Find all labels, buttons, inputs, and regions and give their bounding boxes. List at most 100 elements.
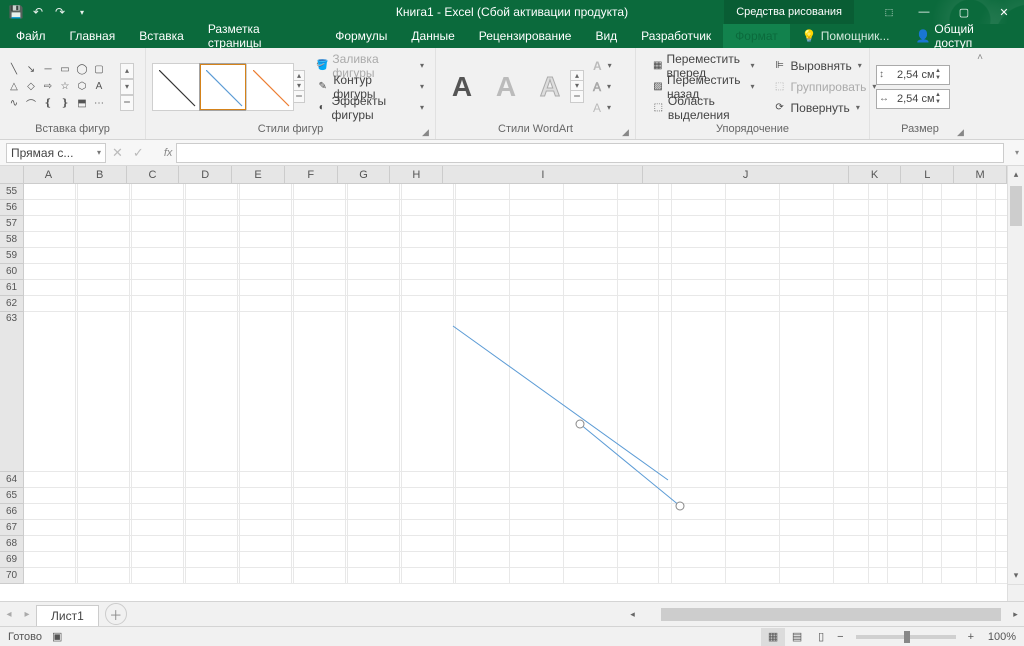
gallery-down-icon[interactable]: ▾ xyxy=(120,79,134,95)
shape-rect-icon[interactable]: ▭ xyxy=(57,62,73,78)
gallery-up-icon[interactable]: ▴ xyxy=(120,63,134,79)
col-header[interactable]: L xyxy=(901,166,954,183)
shape-width-input[interactable]: ↔ 2,54 см ▲▼ xyxy=(876,89,950,109)
cancel-formula-icon[interactable]: ✕ xyxy=(112,145,123,161)
undo-icon[interactable]: ↶ xyxy=(30,4,46,20)
hscroll-thumb[interactable] xyxy=(661,608,1001,621)
col-header[interactable]: C xyxy=(127,166,180,183)
row-header[interactable]: 63 xyxy=(0,312,23,472)
height-spinner[interactable]: ▲▼ xyxy=(935,68,947,82)
row-header[interactable]: 70 xyxy=(0,568,23,584)
row-header[interactable]: 57 xyxy=(0,216,23,232)
gallery-more-icon[interactable]: ＝ xyxy=(570,90,584,103)
width-spinner[interactable]: ▲▼ xyxy=(935,92,947,106)
row-header[interactable]: 65 xyxy=(0,488,23,504)
style-preset-2[interactable] xyxy=(199,63,247,111)
scroll-right-icon[interactable]: ▸ xyxy=(1007,606,1024,623)
zoom-out-icon[interactable]: − xyxy=(833,631,847,643)
shape-callout-icon[interactable]: ⬒ xyxy=(74,96,90,112)
col-header[interactable]: E xyxy=(232,166,285,183)
shape-oval-icon[interactable]: ◯ xyxy=(74,62,90,78)
row-header[interactable]: 62 xyxy=(0,296,23,312)
tab-file[interactable]: Файл xyxy=(4,24,58,48)
drawn-line-selected[interactable] xyxy=(580,424,690,514)
save-icon[interactable]: 💾 xyxy=(8,4,24,20)
row-header[interactable]: 64 xyxy=(0,472,23,488)
shape-arc-icon[interactable]: ⌒ xyxy=(23,96,39,112)
scroll-up-icon[interactable]: ▴ xyxy=(1008,166,1024,183)
wordart-preset-2[interactable]: A xyxy=(486,65,526,109)
rotate-button[interactable]: ⟳Повернуть▾ xyxy=(768,98,882,118)
style-preset-1[interactable] xyxy=(152,63,200,111)
sheet-tab-active[interactable]: Лист1 xyxy=(36,605,99,627)
col-header[interactable]: B xyxy=(74,166,127,183)
row-header[interactable]: 60 xyxy=(0,264,23,280)
tell-me[interactable]: 💡 Помощник... xyxy=(790,24,902,48)
shape-hex-icon[interactable]: ⬡ xyxy=(74,79,90,95)
select-all-button[interactable] xyxy=(0,166,24,184)
tab-insert[interactable]: Вставка xyxy=(127,24,196,48)
tab-formulas[interactable]: Формулы xyxy=(323,24,399,48)
shape-roundrect-icon[interactable]: ▢ xyxy=(91,62,107,78)
shape-arrow2-icon[interactable]: ⇨ xyxy=(40,79,56,95)
row-header[interactable]: 66 xyxy=(0,504,23,520)
col-header[interactable]: J xyxy=(643,166,848,183)
share-button[interactable]: 👤 Общий доступ xyxy=(901,24,1024,48)
shape-curve-icon[interactable]: ∿ xyxy=(6,96,22,112)
col-header[interactable]: G xyxy=(338,166,391,183)
selection-pane-button[interactable]: ⬚Область выделения xyxy=(648,98,760,118)
shapes-gallery[interactable]: ╲ ↘ ─ ▭ ◯ ▢ △ ◇ ⇨ ☆ ⬡ A ∿ ⌒ ❴ ❵ ⬒ ⋯ xyxy=(6,62,118,112)
enter-formula-icon[interactable]: ✓ xyxy=(133,145,144,161)
tab-data[interactable]: Данные xyxy=(399,24,466,48)
shape-textbox-icon[interactable]: A xyxy=(91,79,107,95)
col-header[interactable]: H xyxy=(390,166,443,183)
col-header[interactable]: M xyxy=(954,166,1007,183)
shape-brace2-icon[interactable]: ❵ xyxy=(57,96,73,112)
dialog-launcher-shape-styles[interactable]: ◢ xyxy=(422,127,432,137)
row-header[interactable]: 67 xyxy=(0,520,23,536)
scroll-down-icon[interactable]: ▾ xyxy=(1008,567,1024,584)
dialog-launcher-size[interactable]: ◢ xyxy=(957,127,967,137)
tab-home[interactable]: Главная xyxy=(58,24,128,48)
col-header[interactable]: A xyxy=(24,166,74,183)
style-preset-3[interactable] xyxy=(246,63,294,111)
redo-icon[interactable]: ↷ xyxy=(52,4,68,20)
shape-star-icon[interactable]: ☆ xyxy=(57,79,73,95)
macro-record-icon[interactable]: ▣ xyxy=(52,630,62,643)
view-page-layout-icon[interactable]: ▤ xyxy=(785,628,809,646)
new-sheet-button[interactable]: ＋ xyxy=(105,603,127,625)
shape-line2-icon[interactable]: ─ xyxy=(40,62,56,78)
name-box[interactable]: Прямая с... ▾ xyxy=(6,143,106,163)
col-header[interactable]: K xyxy=(849,166,902,183)
shape-height-input[interactable]: ↕ 2,54 см ▲▼ xyxy=(876,65,950,85)
vertical-scrollbar[interactable]: ▴ ▾ xyxy=(1007,166,1024,584)
row-header[interactable]: 68 xyxy=(0,536,23,552)
row-header[interactable]: 58 xyxy=(0,232,23,248)
tab-review[interactable]: Рецензирование xyxy=(467,24,584,48)
shape-diamond-icon[interactable]: ◇ xyxy=(23,79,39,95)
row-header[interactable]: 56 xyxy=(0,200,23,216)
shape-arrow-icon[interactable]: ↘ xyxy=(23,62,39,78)
dialog-launcher-wordart[interactable]: ◢ xyxy=(622,127,632,137)
expand-formula-bar-icon[interactable]: ▾ xyxy=(1010,148,1024,157)
sheet-nav-next-icon[interactable]: ▸ xyxy=(18,609,36,620)
zoom-slider[interactable] xyxy=(856,635,956,639)
tab-page-layout[interactable]: Разметка страницы xyxy=(196,24,323,48)
vscroll-thumb[interactable] xyxy=(1010,186,1022,226)
row-header[interactable]: 55 xyxy=(0,184,23,200)
sheet-nav-prev-icon[interactable]: ◂ xyxy=(0,609,18,620)
row-header[interactable]: 59 xyxy=(0,248,23,264)
row-header[interactable]: 69 xyxy=(0,552,23,568)
align-button[interactable]: ⊫Выровнять▾ xyxy=(768,56,882,76)
col-header[interactable]: I xyxy=(443,166,643,183)
col-header[interactable]: D xyxy=(179,166,232,183)
scroll-left-icon[interactable]: ◂ xyxy=(624,606,641,623)
maximize-button[interactable]: ▢ xyxy=(944,0,984,24)
shape-brace-icon[interactable]: ❴ xyxy=(40,96,56,112)
shape-more-icon[interactable]: ⋯ xyxy=(91,96,107,112)
zoom-knob[interactable] xyxy=(904,631,910,643)
ribbon-display-options-icon[interactable]: ⬚ xyxy=(874,0,904,24)
collapse-ribbon-icon[interactable]: ˄ xyxy=(977,52,983,63)
tab-format[interactable]: Формат xyxy=(723,24,790,48)
wordart-preset-3[interactable]: A xyxy=(530,65,570,109)
